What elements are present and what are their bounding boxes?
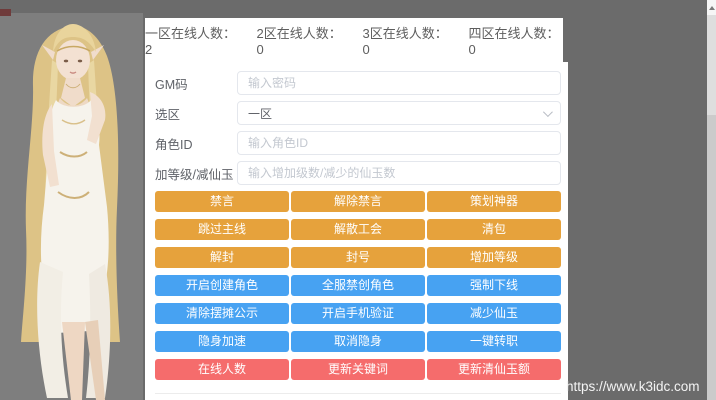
online-stat-zone1: 一区在线人数：2 [145, 23, 240, 57]
arrow-up-icon [709, 6, 715, 10]
reduce-jade-button[interactable]: 减少仙玉 [427, 303, 561, 324]
update-jade-table-button[interactable]: 更新清仙玉额 [427, 359, 561, 380]
zone-select[interactable]: 一区 [237, 101, 561, 125]
button-row-1: 禁言 解除禁言 策划神器 [155, 191, 561, 212]
add-level-button[interactable]: 增加等级 [427, 247, 561, 268]
scrollbar[interactable] [707, 0, 716, 400]
level-jade-input[interactable] [237, 161, 561, 185]
button-row-5: 清除摆摊公示 开启手机验证 减少仙玉 [155, 303, 561, 324]
level-jade-row: 加等级/减仙玉 [155, 161, 561, 185]
unmute-button[interactable]: 解除禁言 [291, 191, 425, 212]
mute-button[interactable]: 禁言 [155, 191, 289, 212]
ban-button[interactable]: 封号 [291, 247, 425, 268]
gm-code-label: GM码 [155, 74, 237, 93]
chevron-down-icon [543, 107, 553, 117]
button-row-3: 解封 封号 增加等级 [155, 247, 561, 268]
skip-mainquest-button[interactable]: 跳过主线 [155, 219, 289, 240]
page: 一区在线人数：2 2区在线人数：0 3区在线人数：0 四区在线人数：0 GM码 … [0, 0, 716, 400]
button-row-4: 开启创建角色 全服禁创角色 强制下线 [155, 275, 561, 296]
planner-tool-button[interactable]: 策划神器 [427, 191, 561, 212]
stealth-speed-button[interactable]: 隐身加速 [155, 331, 289, 352]
gm-code-row: GM码 [155, 71, 561, 95]
elf-character-illustration [0, 0, 143, 400]
role-id-row: 角色ID [155, 131, 561, 155]
section-divider [155, 393, 561, 394]
cancel-stealth-button[interactable]: 取消隐身 [291, 331, 425, 352]
level-jade-label: 加等级/减仙玉 [155, 164, 237, 183]
clear-bag-button[interactable]: 清包 [427, 219, 561, 240]
button-row-2: 跳过主线 解散工会 清包 [155, 219, 561, 240]
unban-button[interactable]: 解封 [155, 247, 289, 268]
scroll-up-button[interactable] [707, 0, 716, 15]
button-row-7: 在线人数 更新关键词 更新清仙玉额 [155, 359, 561, 380]
status-url: https://www.k3idc.com [566, 379, 716, 394]
update-keywords-button[interactable]: 更新关键词 [291, 359, 425, 380]
gm-form-panel: GM码 选区 一区 角色ID 加等级/减仙玉 禁言 解除禁言 策划神器 [145, 62, 568, 400]
online-stat-zone4: 四区在线人数：0 [468, 23, 563, 57]
button-row-6: 隐身加速 取消隐身 一键转职 [155, 331, 561, 352]
online-count-button[interactable]: 在线人数 [155, 359, 289, 380]
gm-actions: 禁言 解除禁言 策划神器 跳过主线 解散工会 清包 解封 封号 增加等级 开启创… [155, 191, 561, 380]
character-image [0, 0, 143, 400]
scrollbar-thumb[interactable] [707, 15, 716, 115]
zone-row: 选区 一区 [155, 101, 561, 125]
change-class-button[interactable]: 一键转职 [427, 331, 561, 352]
gm-code-input[interactable] [237, 71, 561, 95]
enable-create-role-button[interactable]: 开启创建角色 [155, 275, 289, 296]
disband-guild-button[interactable]: 解散工会 [291, 219, 425, 240]
online-stat-zone2: 2区在线人数：0 [257, 23, 346, 57]
clear-stall-notice-button[interactable]: 清除摆摊公示 [155, 303, 289, 324]
zone-select-value: 一区 [248, 105, 272, 122]
role-id-label: 角色ID [155, 134, 237, 153]
role-id-input[interactable] [237, 131, 561, 155]
force-offline-button[interactable]: 强制下线 [427, 275, 561, 296]
enable-phone-verify-button[interactable]: 开启手机验证 [291, 303, 425, 324]
online-stats-bar: 一区在线人数：2 2区在线人数：0 3区在线人数：0 四区在线人数：0 [145, 18, 563, 62]
disable-create-role-button[interactable]: 全服禁创角色 [291, 275, 425, 296]
online-stat-zone3: 3区在线人数：0 [363, 23, 452, 57]
zone-select-label: 选区 [155, 104, 237, 123]
